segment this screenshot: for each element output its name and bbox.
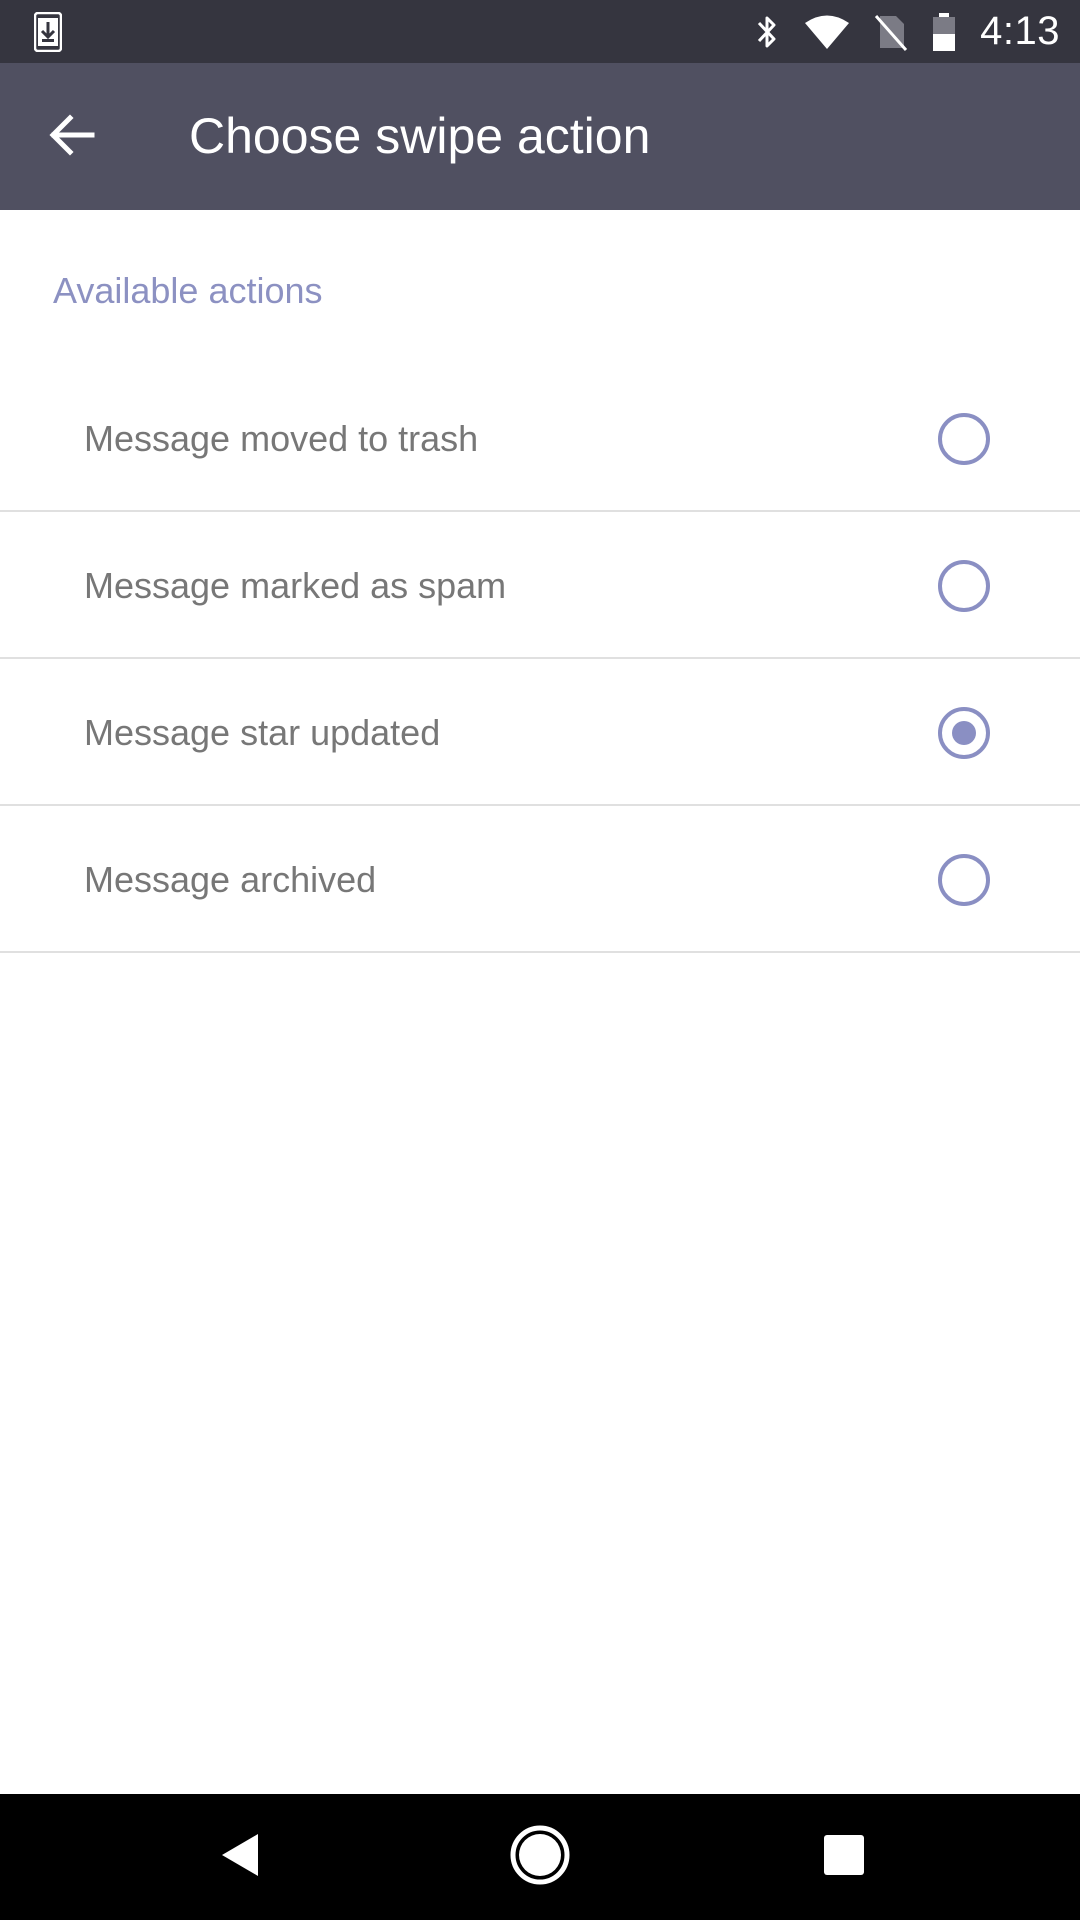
page-title: Choose swipe action <box>189 108 651 164</box>
radio-button-archived[interactable] <box>938 854 990 906</box>
download-icon <box>33 11 63 53</box>
status-icons: 4:13 <box>754 0 1060 63</box>
wifi-icon <box>804 14 850 50</box>
radio-button-star[interactable] <box>938 707 990 759</box>
bluetooth-icon <box>754 12 780 52</box>
arrow-left-icon <box>48 113 96 162</box>
option-label: Message star updated <box>84 712 441 753</box>
option-row-star[interactable]: Message star updated <box>0 659 1080 806</box>
nav-back-button[interactable] <box>200 1794 280 1920</box>
radio-selected-dot <box>952 721 976 745</box>
no-sim-icon <box>874 12 908 52</box>
status-bar: 4:13 <box>0 0 1080 63</box>
back-button[interactable] <box>30 99 114 175</box>
radio-button-spam[interactable] <box>938 560 990 612</box>
recents-square-icon <box>823 1834 865 1881</box>
option-label: Message archived <box>84 859 377 900</box>
status-time: 4:13 <box>980 9 1060 53</box>
battery-icon <box>932 12 956 52</box>
option-row-spam[interactable]: Message marked as spam <box>0 512 1080 659</box>
nav-recents-button[interactable] <box>804 1794 884 1920</box>
radio-button-trash[interactable] <box>938 413 990 465</box>
option-label: Message marked as spam <box>84 565 507 606</box>
section-header: Available actions <box>53 270 323 311</box>
option-row-trash[interactable]: Message moved to trash <box>0 365 1080 512</box>
option-label: Message moved to trash <box>84 418 479 459</box>
screen: 4:13 Choose swipe action Available actio… <box>0 0 1080 1920</box>
option-row-archived[interactable]: Message archived <box>0 806 1080 953</box>
navigation-bar <box>0 1794 1080 1920</box>
home-circle-icon <box>509 1824 571 1891</box>
back-triangle-icon <box>220 1832 260 1883</box>
toolbar: Choose swipe action <box>0 63 1080 210</box>
options-list: Message moved to trash Message marked as… <box>0 365 1080 953</box>
nav-home-button[interactable] <box>500 1794 580 1920</box>
